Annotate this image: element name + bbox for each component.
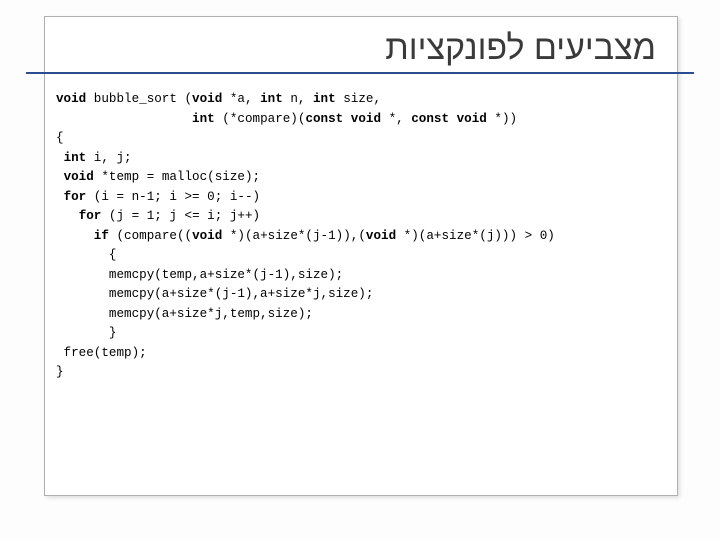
code-text: bubble_sort (: [86, 92, 192, 106]
code-text: [56, 190, 64, 204]
kw-void: void: [366, 229, 396, 243]
kw-int: int: [313, 92, 336, 106]
code-text: *)): [487, 112, 517, 126]
code-text: {: [56, 248, 116, 262]
code-text: size,: [336, 92, 381, 106]
kw-for: for: [64, 190, 87, 204]
code-text: (j = 1; j <= i; j++): [101, 209, 260, 223]
code-text: [56, 170, 64, 184]
code-block: void bubble_sort (void *a, int n, int si…: [56, 90, 668, 383]
code-text: }: [56, 365, 64, 379]
code-text: *a,: [222, 92, 260, 106]
code-text: {: [56, 131, 64, 145]
kw-const-void: const void: [305, 112, 381, 126]
code-text: i, j;: [86, 151, 131, 165]
code-text: memcpy(a+size*j,temp,size);: [56, 307, 313, 321]
kw-if: if: [94, 229, 109, 243]
code-text: [56, 209, 79, 223]
code-text: }: [56, 326, 116, 340]
kw-void: void: [56, 92, 86, 106]
slide: מצביעים לפונקציות void bubble_sort (void…: [0, 0, 720, 540]
kw-for: for: [79, 209, 102, 223]
code-text: n,: [283, 92, 313, 106]
kw-void: void: [192, 229, 222, 243]
kw-void: void: [192, 92, 222, 106]
code-text: memcpy(a+size*(j-1),a+size*j,size);: [56, 287, 373, 301]
code-text: *,: [381, 112, 411, 126]
code-text: memcpy(temp,a+size*(j-1),size);: [56, 268, 343, 282]
kw-const-void: const void: [411, 112, 487, 126]
code-text: (*compare)(: [215, 112, 306, 126]
code-text: free(temp);: [56, 346, 147, 360]
code-text: (i = n-1; i >= 0; i--): [86, 190, 260, 204]
code-text: (compare((: [109, 229, 192, 243]
code-text: [56, 229, 94, 243]
kw-int: int: [260, 92, 283, 106]
title-underline: [26, 72, 694, 74]
code-text: *)(a+size*(j-1)),(: [222, 229, 366, 243]
kw-int: int: [64, 151, 87, 165]
code-text: *temp = malloc(size);: [94, 170, 260, 184]
code-text: [56, 112, 192, 126]
code-text: *)(a+size*(j))) > 0): [396, 229, 555, 243]
kw-void: void: [64, 170, 94, 184]
slide-title: מצביעים לפונקציות: [385, 29, 656, 67]
code-text: [56, 151, 64, 165]
title-wrap: מצביעים לפונקציות: [44, 22, 676, 69]
kw-int: int: [192, 112, 215, 126]
